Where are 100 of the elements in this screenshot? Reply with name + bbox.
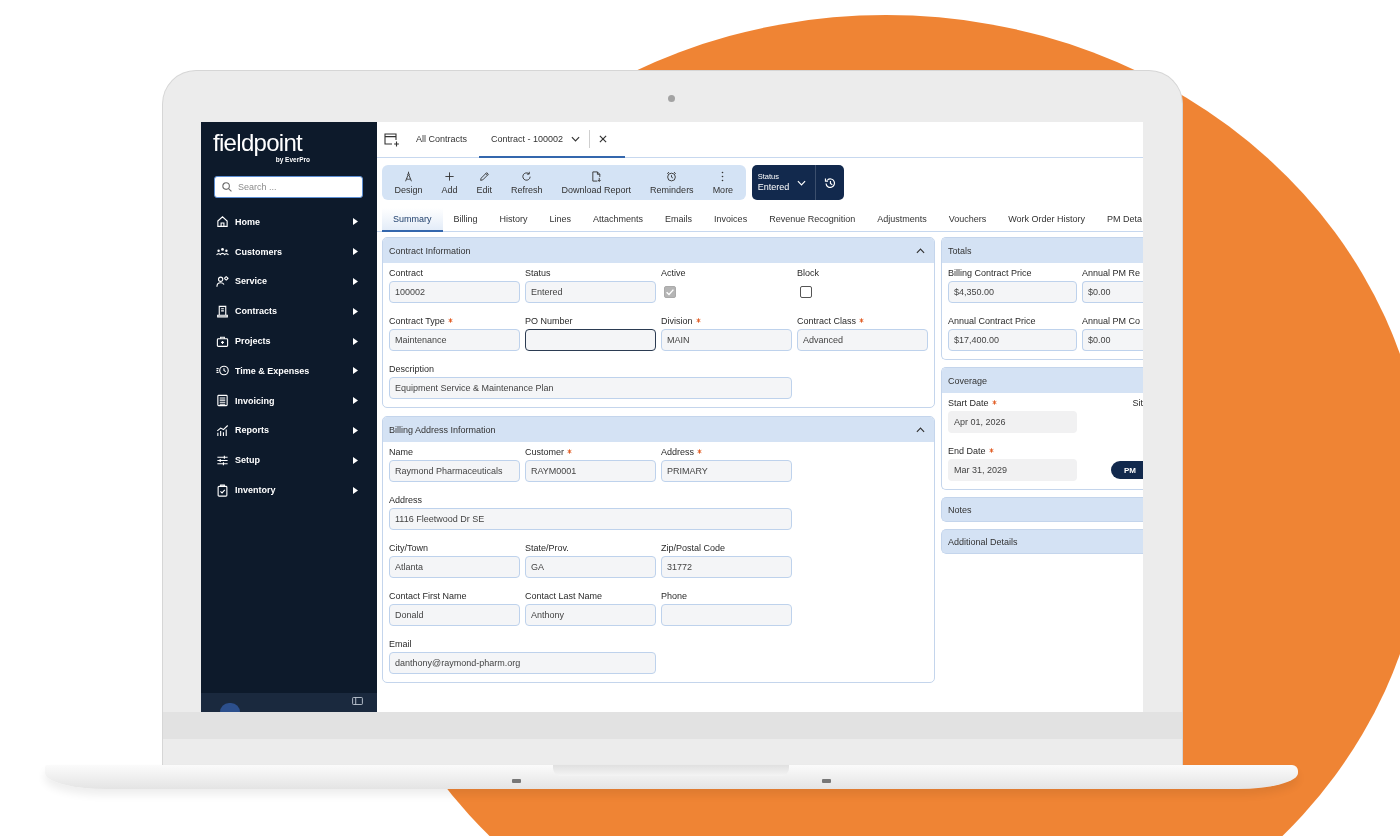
field-label: Contact Last Name <box>525 590 603 601</box>
field-label: End Date <box>948 445 986 456</box>
tab[interactable]: Invoices <box>703 208 759 232</box>
text-field[interactable]: $0.00 <box>1082 329 1143 351</box>
camera-dot-icon <box>668 95 675 102</box>
section-header[interactable]: Notes <box>941 497 1143 522</box>
caret-icon <box>353 426 358 434</box>
section-header[interactable]: Additional Details <box>941 529 1143 554</box>
section-title: Billing Address Information <box>389 424 496 435</box>
text-field[interactable]: Maintenance <box>389 329 520 351</box>
nav-item[interactable]: Reports <box>201 415 377 446</box>
text-field[interactable] <box>525 329 656 351</box>
text-field[interactable]: Donald <box>389 604 520 626</box>
search-field[interactable]: Search ... <box>214 176 363 198</box>
text-field[interactable]: GA <box>525 556 656 578</box>
caret-icon <box>353 397 358 405</box>
text-field[interactable]: MAIN <box>661 329 792 351</box>
tab[interactable]: PM Deta <box>1096 208 1143 232</box>
text-field[interactable]: $4,350.00 <box>948 281 1077 303</box>
panel-icon[interactable] <box>352 697 363 705</box>
section-header[interactable]: Contract Information <box>383 238 934 263</box>
briefcase-icon <box>216 334 229 348</box>
text-field[interactable]: Advanced <box>797 329 928 351</box>
field-label: Active <box>661 267 686 278</box>
clipboard-check-icon <box>216 483 229 497</box>
action-button[interactable]: PM <box>1111 461 1143 479</box>
tab[interactable]: History <box>488 208 539 232</box>
page-tab[interactable]: All Contracts <box>404 122 480 158</box>
toolbar-button[interactable]: Download Report <box>552 165 641 200</box>
text-field[interactable]: RAYM0001 <box>525 460 656 482</box>
list-icon <box>216 394 229 408</box>
tab[interactable]: Work Order History <box>997 208 1097 232</box>
section-title: Contract Information <box>389 245 471 256</box>
text-field[interactable]: 100002 <box>389 281 520 303</box>
tab[interactable]: Vouchers <box>937 208 998 232</box>
text-field[interactable]: $0.00 <box>1082 281 1143 303</box>
laptop-foot <box>822 779 831 783</box>
required-icon <box>988 448 994 453</box>
caret-icon <box>353 486 358 494</box>
text-field[interactable]: PRIMARY <box>661 460 792 482</box>
caret-icon <box>353 218 358 226</box>
laptop-foot <box>512 779 521 783</box>
tab[interactable]: Revenue Recognition <box>758 208 867 232</box>
plus-icon <box>444 170 455 182</box>
nav-item[interactable]: Service <box>201 266 377 297</box>
text-field[interactable]: Atlanta <box>389 556 520 578</box>
toolbar-button[interactable]: Add <box>432 165 468 200</box>
tab[interactable]: Summary <box>382 208 443 232</box>
nav-item[interactable]: Setup <box>201 445 377 476</box>
text-field[interactable]: danthony@raymond-pharm.org <box>389 652 656 674</box>
section-header[interactable]: Billing Address Information <box>383 417 934 442</box>
text-field[interactable]: 1116 Fleetwood Dr SE <box>389 508 792 530</box>
toolbar-button[interactable]: Edit <box>467 165 502 200</box>
required-icon <box>695 318 701 323</box>
nav-item[interactable]: Home <box>201 207 377 237</box>
toolbar-button[interactable]: Design <box>385 165 432 200</box>
nav-item[interactable]: Customers <box>201 236 377 267</box>
section-header[interactable]: Totals <box>942 238 1143 263</box>
required-icon <box>447 318 453 323</box>
caret-icon <box>353 337 358 345</box>
page-tab[interactable]: Contract - 100002 <box>479 122 626 158</box>
field-label: Phone <box>661 590 688 601</box>
checkbox[interactable] <box>800 286 812 298</box>
chevron-up-icon[interactable] <box>916 426 925 433</box>
tab[interactable]: Attachments <box>582 208 655 232</box>
field-label: Name <box>389 446 413 457</box>
refresh-icon <box>521 170 533 182</box>
date-field[interactable]: Apr 01, 2026 <box>948 411 1077 433</box>
field-label: Block <box>797 267 819 278</box>
nav-item[interactable]: Time & Expenses <box>201 356 377 386</box>
text-field[interactable]: Raymond Pharmaceuticals <box>389 460 520 482</box>
text-field[interactable]: Equipment Service & Maintenance Plan <box>389 377 792 399</box>
chevron-down-icon[interactable] <box>571 136 581 142</box>
toolbar-button[interactable]: Refresh <box>501 165 553 200</box>
nav-item[interactable]: Projects <box>201 326 377 356</box>
file-download-icon <box>590 170 602 182</box>
history-icon[interactable] <box>823 176 836 189</box>
tab[interactable]: Emails <box>654 208 704 232</box>
toolbar-button[interactable]: More <box>703 165 743 200</box>
sliders-icon <box>216 453 229 467</box>
field-label: Annual Contract Price <box>948 315 1036 326</box>
tab[interactable]: Adjustments <box>866 208 938 232</box>
date-field[interactable]: Mar 31, 2029 <box>948 459 1077 481</box>
toolbar-button[interactable]: Reminders <box>640 165 704 200</box>
section-header[interactable]: Coverage <box>942 368 1143 393</box>
field-label: Annual PM Co <box>1082 315 1141 326</box>
text-field[interactable]: Anthony <box>525 604 656 626</box>
chevron-up-icon[interactable] <box>916 247 925 254</box>
tab[interactable]: Lines <box>538 208 583 232</box>
text-field[interactable]: $17,400.00 <box>948 329 1077 351</box>
nav-item[interactable]: Inventory <box>201 475 377 505</box>
tab[interactable]: Billing <box>442 208 489 232</box>
text-field[interactable]: Entered <box>525 281 656 303</box>
nav-item[interactable]: Invoicing <box>201 385 377 416</box>
field-label: Address <box>389 494 423 505</box>
compass-icon <box>403 170 414 182</box>
text-field[interactable]: 31772 <box>661 556 792 578</box>
window-plus-icon[interactable] <box>384 132 400 147</box>
nav-item[interactable]: Contracts <box>201 296 377 327</box>
close-icon[interactable] <box>599 135 608 143</box>
